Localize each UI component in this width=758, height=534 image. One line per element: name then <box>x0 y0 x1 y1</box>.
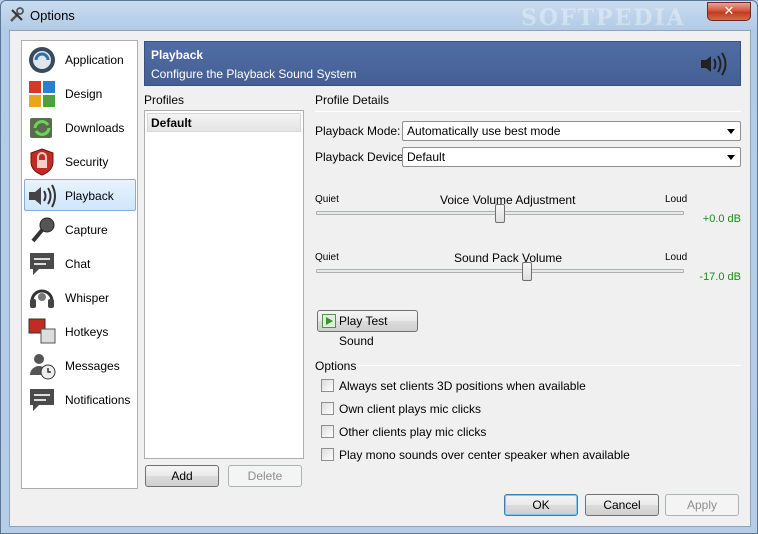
sidebar-item-application[interactable]: Application <box>24 43 136 75</box>
sidebar: Application Design Downloads Security Pl… <box>21 40 138 489</box>
pack-volume-track[interactable] <box>316 269 684 273</box>
watermark: SOFTPEDIA <box>521 5 686 31</box>
playback-mode-select[interactable]: Automatically use best mode <box>402 121 741 141</box>
sidebar-item-notifications[interactable]: Notifications <box>24 383 136 415</box>
sidebar-item-label: Downloads <box>65 121 125 135</box>
sidebar-item-messages[interactable]: Messages <box>24 349 136 381</box>
option-other-mic-clicks-label[interactable]: Other clients play mic clicks <box>339 425 486 439</box>
sidebar-item-hotkeys[interactable]: Hotkeys <box>24 315 136 347</box>
sidebar-item-label: Playback <box>65 189 114 203</box>
messages-icon <box>30 354 56 380</box>
sidebar-item-whisper[interactable]: Whisper <box>24 281 136 313</box>
apply-button[interactable]: Apply <box>665 494 739 516</box>
voice-loud-label: Loud <box>665 194 688 205</box>
option-own-mic-clicks-label[interactable]: Own client plays mic clicks <box>339 402 481 416</box>
security-icon <box>30 148 54 176</box>
sidebar-item-label: Messages <box>65 359 120 373</box>
banner-subtitle: Configure the Playback Sound System <box>151 67 357 81</box>
playback-mode-value: Automatically use best mode <box>407 124 561 138</box>
play-test-sound-button[interactable]: Play Test Sound <box>317 310 418 348</box>
application-icon <box>29 47 55 73</box>
options-window: Options SOFTPEDIA ✕ Application Design D… <box>0 0 758 534</box>
sidebar-item-security[interactable]: Security <box>24 145 136 177</box>
sidebar-item-label: Hotkeys <box>65 325 109 339</box>
design-icon <box>29 81 55 107</box>
downloads-icon <box>30 118 52 138</box>
ok-button[interactable]: OK <box>504 494 578 516</box>
speaker-icon <box>701 52 727 76</box>
title-bar[interactable]: Options SOFTPEDIA ✕ <box>1 1 757 31</box>
sidebar-item-design[interactable]: Design <box>24 77 136 109</box>
add-profile-button[interactable]: Add <box>145 465 219 487</box>
list-item[interactable]: Default <box>147 113 301 132</box>
whisper-icon <box>30 289 54 308</box>
sidebar-item-label: Chat <box>65 257 91 271</box>
hotkeys-icon <box>28 318 56 344</box>
chat-icon <box>30 253 54 275</box>
options-label: Options <box>315 359 357 373</box>
options-tools-icon <box>10 7 24 22</box>
voice-volume-title: Voice Volume Adjustment <box>440 193 576 207</box>
option-other-mic-clicks-checkbox[interactable] <box>321 425 334 438</box>
option-mono-center-checkbox[interactable] <box>321 448 334 461</box>
profiles-label: Profiles <box>144 93 185 107</box>
sidebar-item-label: Security <box>65 155 109 169</box>
chevron-down-icon <box>727 155 735 160</box>
sidebar-item-downloads[interactable]: Downloads <box>24 111 136 143</box>
option-3d-positions-label[interactable]: Always set clients 3D positions when ava… <box>339 379 586 393</box>
chevron-down-icon <box>727 129 735 134</box>
close-button[interactable]: ✕ <box>707 2 751 21</box>
cancel-button[interactable]: Cancel <box>585 494 659 516</box>
playback-device-value: Default <box>407 150 446 164</box>
pack-loud-label: Loud <box>665 252 688 263</box>
playback-icon <box>29 184 56 208</box>
details-divider <box>315 111 741 112</box>
sidebar-item-capture[interactable]: Capture <box>24 213 136 245</box>
sidebar-item-label: Application <box>65 53 124 67</box>
play-test-sound-label: Play Test Sound <box>339 314 388 348</box>
pack-quiet-label: Quiet <box>315 252 339 263</box>
option-own-mic-clicks-checkbox[interactable] <box>321 402 334 415</box>
notifications-icon <box>30 389 54 411</box>
option-3d-positions-checkbox[interactable] <box>321 379 334 392</box>
playback-device-label: Playback Device: <box>315 150 408 164</box>
sidebar-item-label: Whisper <box>65 291 110 305</box>
profile-details-label: Profile Details <box>315 93 390 107</box>
play-icon <box>322 314 336 328</box>
options-divider <box>357 365 741 366</box>
voice-quiet-label: Quiet <box>315 194 339 205</box>
capture-icon <box>31 217 55 243</box>
sidebar-item-playback[interactable]: Playback <box>24 179 136 211</box>
option-mono-center-label[interactable]: Play mono sounds over center speaker whe… <box>339 448 630 462</box>
sidebar-item-label: Notifications <box>65 393 131 407</box>
window-title: Options <box>30 8 75 23</box>
banner-title: Playback <box>151 48 204 62</box>
options-client-area: Application Design Downloads Security Pl… <box>9 30 751 527</box>
pack-volume-title: Sound Pack Volume <box>454 251 563 265</box>
sidebar-item-label: Capture <box>65 223 108 237</box>
pack-volume-slider[interactable] <box>522 262 532 281</box>
sidebar-item-label: Design <box>65 87 103 101</box>
section-banner: Playback Configure the Playback Sound Sy… <box>144 41 741 86</box>
pack-volume-value: -17.0 dB <box>699 271 741 283</box>
delete-profile-button[interactable]: Delete <box>228 465 302 487</box>
profiles-list[interactable]: Default <box>144 110 304 459</box>
playback-mode-label: Playback Mode: <box>315 124 401 138</box>
playback-device-select[interactable]: Default <box>402 147 741 167</box>
sidebar-item-chat[interactable]: Chat <box>24 247 136 279</box>
voice-volume-value: +0.0 dB <box>702 213 741 225</box>
voice-volume-slider[interactable] <box>495 204 505 223</box>
